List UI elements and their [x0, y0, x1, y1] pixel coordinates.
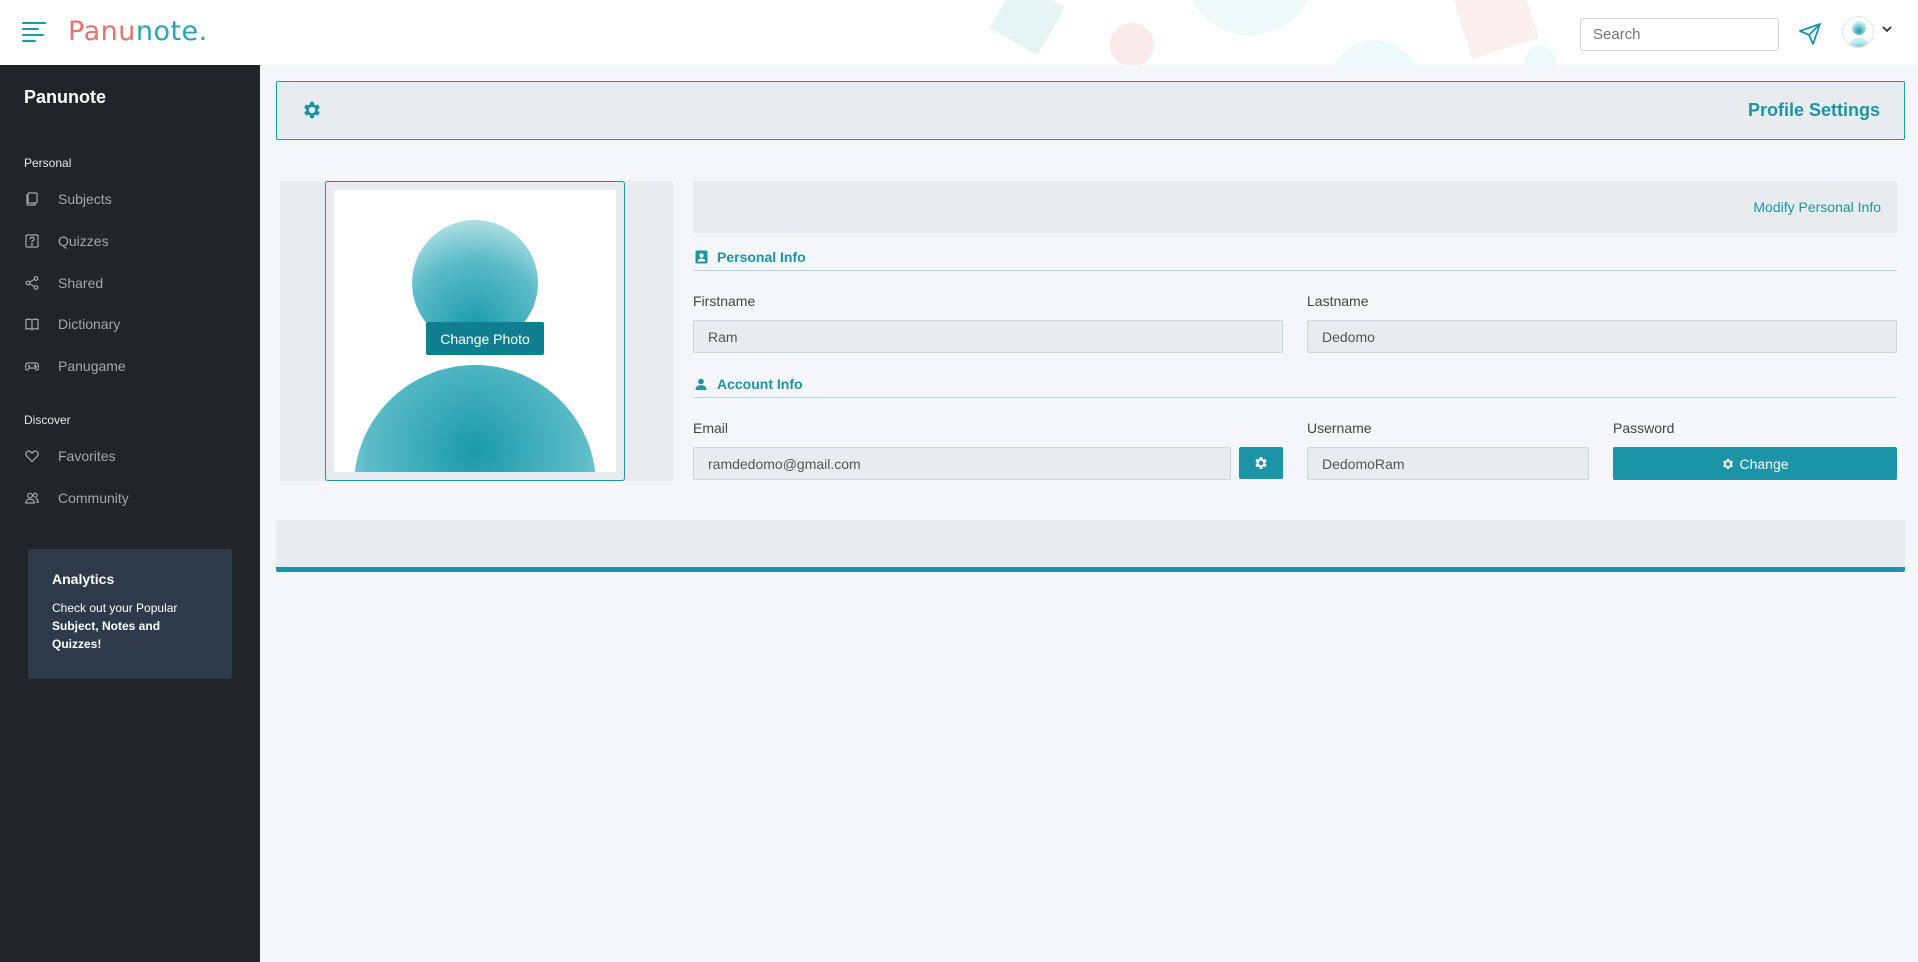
lastname-field[interactable]: [1307, 320, 1897, 353]
sidebar-item-label: Favorites: [58, 448, 116, 464]
email-settings-button[interactable]: [1239, 447, 1283, 479]
app-logo[interactable]: Panunote.: [68, 16, 208, 47]
sidebar-item-dictionary[interactable]: Dictionary: [24, 310, 244, 338]
profile-photo-frame: Change Photo: [325, 181, 625, 481]
user-menu[interactable]: [1842, 16, 1892, 50]
sidebar-item-subjects[interactable]: Subjects: [24, 185, 244, 213]
avatar-body-shape: [354, 365, 596, 472]
background-decoration: [989, 0, 1556, 65]
heart-icon: [24, 448, 40, 464]
sidebar-item-panugame[interactable]: Panugame: [24, 352, 244, 380]
logo-text-first: Panu: [68, 16, 136, 47]
paper-plane-icon[interactable]: [1798, 22, 1822, 46]
sidebar-item-favorites[interactable]: Favorites: [24, 442, 244, 470]
promo-text-bold: Subject, Notes and Quizzes!: [52, 619, 161, 651]
search-input[interactable]: [1580, 18, 1779, 51]
lastname-label: Lastname: [1307, 293, 1369, 309]
promo-text-plain: Check out your Popular: [52, 601, 178, 615]
firstname-label: Firstname: [693, 293, 756, 309]
logo-text-second: note.: [135, 16, 208, 47]
profile-settings-header: Profile Settings: [276, 81, 1905, 140]
modify-bar: Modify Personal Info: [693, 181, 1897, 233]
sidebar-item-quizzes[interactable]: Quizzes: [24, 227, 244, 255]
gear-icon: [304, 101, 320, 119]
gamepad-icon: [24, 358, 40, 374]
sidebar: Panunote Personal Subjects Quizzes Share…: [0, 65, 260, 962]
sidebar-item-label: Community: [58, 490, 129, 506]
share-icon: [24, 275, 40, 291]
people-icon: [24, 490, 40, 506]
promo-text: Check out your Popular Subject, Notes an…: [52, 599, 208, 653]
question-square-icon: [24, 233, 40, 249]
sidebar-item-community[interactable]: Community: [24, 484, 244, 512]
password-label: Password: [1613, 420, 1675, 436]
username-field[interactable]: [1307, 447, 1589, 480]
sidebar-brand: Panunote: [24, 87, 107, 107]
sidebar-item-shared[interactable]: Shared: [24, 269, 244, 297]
personal-info-heading: Personal Info: [693, 243, 1897, 271]
top-bar: Panunote.: [0, 0, 1918, 65]
account-info-heading: Account Info: [693, 370, 1897, 398]
email-label: Email: [693, 420, 729, 436]
user-avatar-icon: [1842, 16, 1874, 48]
personal-info-label: Personal Info: [717, 248, 806, 265]
account-info-label: Account Info: [717, 375, 803, 392]
chevron-down-icon: [1882, 26, 1892, 33]
analytics-promo-card[interactable]: Analytics Check out your Popular Subject…: [28, 549, 232, 679]
gear-icon: [1723, 458, 1734, 469]
person-icon: [693, 376, 709, 392]
sidebar-item-label: Panugame: [58, 358, 126, 374]
footer-card: [276, 520, 1905, 572]
copy-icon: [24, 191, 40, 207]
sidebar-item-label: Dictionary: [58, 316, 121, 332]
contact-card-icon: [693, 249, 709, 265]
sidebar-section-discover: Discover: [24, 413, 71, 427]
change-photo-button[interactable]: Change Photo: [426, 322, 544, 355]
gear-icon: [1255, 457, 1267, 469]
sidebar-section-personal: Personal: [24, 156, 72, 170]
modify-personal-info-link[interactable]: Modify Personal Info: [1753, 199, 1881, 215]
firstname-field[interactable]: [693, 320, 1283, 353]
hamburger-menu-icon[interactable]: [22, 22, 46, 42]
book-icon: [24, 316, 40, 332]
email-field[interactable]: [693, 447, 1231, 480]
profile-photo: Change Photo: [334, 190, 616, 472]
username-label: Username: [1307, 420, 1372, 436]
sidebar-item-label: Subjects: [58, 191, 112, 207]
page-title: Profile Settings: [1747, 100, 1880, 120]
promo-title: Analytics: [52, 571, 115, 587]
change-password-button[interactable]: Change: [1613, 447, 1897, 480]
change-password-label: Change: [1739, 455, 1789, 472]
sidebar-item-label: Shared: [58, 275, 104, 291]
sidebar-item-label: Quizzes: [58, 233, 109, 249]
